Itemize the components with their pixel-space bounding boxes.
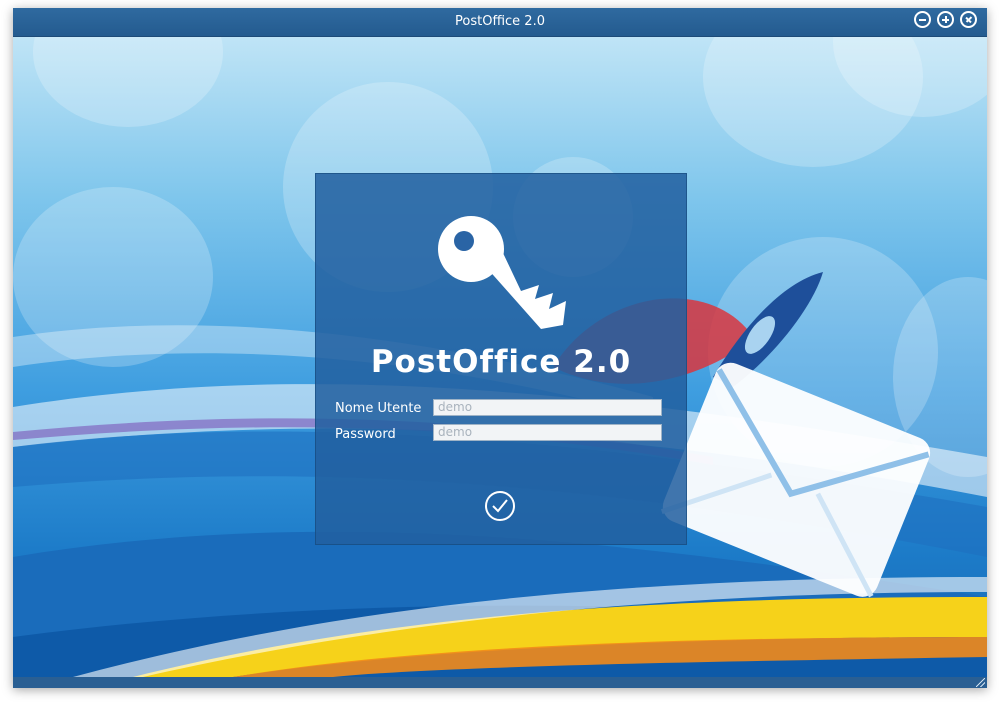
password-label: Password [335, 427, 396, 442]
app-window: PostOffice 2.0 PostOffice 2.0 Nome Utent… [13, 8, 987, 688]
minimize-icon[interactable] [914, 11, 931, 28]
confirm-login-button[interactable] [485, 491, 515, 521]
window-title: PostOffice 2.0 [455, 14, 545, 29]
check-icon [492, 499, 508, 513]
close-icon[interactable] [960, 11, 977, 28]
password-input[interactable]: demo [433, 424, 662, 441]
username-label: Nome Utente [335, 401, 422, 416]
key-icon [438, 216, 566, 329]
login-panel: PostOffice 2.0 Nome Utente demo Password… [315, 173, 687, 545]
resize-grip-icon[interactable] [976, 678, 985, 687]
window-controls [914, 11, 977, 28]
maximize-icon[interactable] [937, 11, 954, 28]
status-bar [13, 677, 987, 688]
title-bar[interactable]: PostOffice 2.0 [13, 8, 987, 37]
brand-title: PostOffice 2.0 [370, 344, 632, 380]
username-input[interactable]: demo [433, 399, 662, 416]
